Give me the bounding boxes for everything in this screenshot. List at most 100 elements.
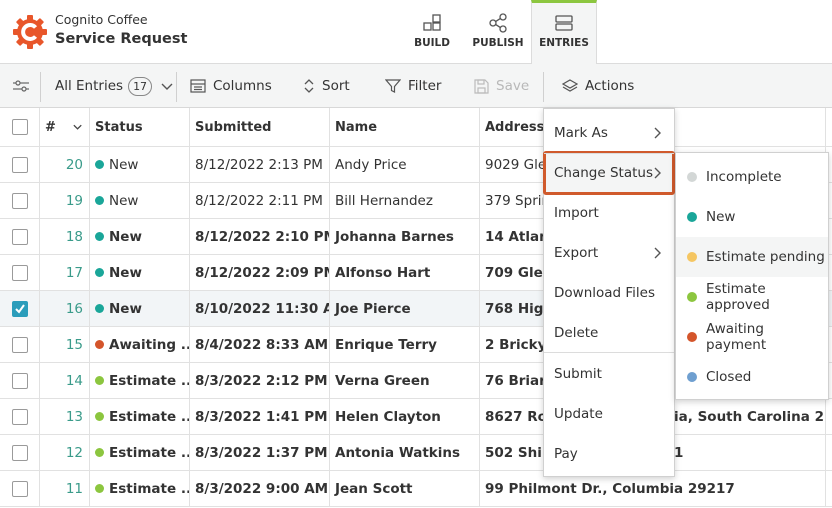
header-name[interactable]: Name	[330, 108, 480, 146]
row-checkbox-cell[interactable]	[0, 327, 40, 362]
status-dot	[687, 172, 697, 182]
menu-item-import[interactable]: Import	[544, 193, 674, 233]
tab-build[interactable]: BUILD	[405, 0, 459, 64]
save-icon	[474, 78, 489, 94]
status-dot	[687, 212, 697, 222]
row-address-label: 99 Philmont Dr., Columbia 29217	[485, 480, 735, 497]
menu-item-export[interactable]: Export	[544, 233, 674, 273]
row-checkbox[interactable]	[11, 156, 28, 173]
row-name: Enrique Terry	[330, 327, 480, 362]
row-checkbox[interactable]	[11, 480, 28, 497]
row-number[interactable]: 16	[40, 291, 90, 326]
status-dot	[95, 232, 104, 241]
entries-toolbar: All Entries 17 Columns Sort Filter Save	[0, 64, 832, 108]
row-checkbox[interactable]	[11, 192, 28, 209]
row-status-label: Estimate ...	[109, 372, 190, 389]
row-number-label: 18	[65, 228, 83, 245]
row-extra	[825, 399, 832, 434]
row-checkbox-cell[interactable]	[0, 291, 40, 326]
status-option-estimate-pending[interactable]: Estimate pending	[676, 237, 828, 277]
select-all-checkbox-cell[interactable]	[0, 108, 40, 146]
status-option-new[interactable]: New	[676, 197, 828, 237]
row-submitted-label: 8/3/2022 2:12 PM	[195, 372, 328, 389]
header-number[interactable]: #	[40, 108, 90, 146]
save-label: Save	[496, 78, 530, 94]
row-checkbox-cell[interactable]	[0, 399, 40, 434]
row-number[interactable]: 18	[40, 219, 90, 254]
menu-item-change-status[interactable]: Change Status	[543, 151, 675, 195]
row-name: Jean Scott	[330, 471, 480, 506]
menu-item-mark-as[interactable]: Mark As	[544, 113, 674, 153]
row-checkbox[interactable]	[11, 264, 28, 281]
build-icon	[423, 14, 441, 31]
menu-item-pay[interactable]: Pay	[544, 434, 674, 474]
filter-button[interactable]: Filter	[385, 64, 441, 108]
row-number[interactable]: 20	[40, 147, 90, 182]
view-selector[interactable]: All Entries 17	[55, 64, 181, 108]
menu-divider	[544, 352, 674, 353]
row-checkbox[interactable]	[11, 444, 28, 461]
row-status: New	[90, 291, 190, 326]
menu-item-download-files[interactable]: Download Files	[544, 273, 674, 313]
change-status-submenu: Incomplete New Estimate pending Estimate ap…	[675, 152, 829, 400]
row-number[interactable]: 19	[40, 183, 90, 218]
row-checkbox[interactable]	[11, 408, 28, 425]
status-option-label: Incomplete	[706, 169, 782, 185]
row-checkbox-cell[interactable]	[0, 219, 40, 254]
row-checkbox-cell[interactable]	[0, 471, 40, 506]
status-option-estimate-approved[interactable]: Estimate approved	[676, 277, 828, 317]
row-number[interactable]: 12	[40, 435, 90, 470]
tab-entries[interactable]: ENTRIES	[531, 0, 597, 65]
header-submitted[interactable]: Submitted	[190, 108, 330, 146]
chevron-right-icon	[654, 247, 661, 259]
chevron-down-icon	[161, 83, 173, 90]
row-number-label: 13	[65, 408, 83, 425]
row-name-label: Verna Green	[335, 372, 430, 389]
table-row[interactable]: 11 Estimate ... 8/3/2022 9:00 AM Jean Scott…	[0, 471, 832, 507]
table-row[interactable]: 13 Estimate ... 8/3/2022 1:41 PM Helen Clay…	[0, 399, 832, 435]
row-checkbox[interactable]	[11, 300, 28, 317]
row-number-label: 14	[65, 372, 83, 389]
menu-item-delete[interactable]: Delete	[544, 313, 674, 353]
tab-publish[interactable]: PUBLISH	[468, 0, 528, 64]
view-label: All Entries	[55, 78, 124, 94]
row-number[interactable]: 14	[40, 363, 90, 398]
row-checkbox[interactable]	[11, 336, 28, 353]
row-number[interactable]: 15	[40, 327, 90, 362]
select-all-checkbox[interactable]	[11, 119, 28, 135]
menu-item-update[interactable]: Update	[544, 394, 674, 434]
header-status[interactable]: Status	[90, 108, 190, 146]
columns-button[interactable]: Columns	[190, 64, 272, 108]
status-option-label: Estimate pending	[706, 249, 825, 265]
actions-label: Actions	[585, 78, 635, 94]
row-name-label: Alfonso Hart	[335, 264, 431, 281]
status-option-incomplete[interactable]: Incomplete	[676, 157, 828, 197]
row-submitted-label: 8/3/2022 9:00 AM	[195, 480, 329, 497]
table-row[interactable]: 12 Estimate ... 8/3/2022 1:37 PM Antonia Wa…	[0, 435, 832, 471]
row-checkbox-cell[interactable]	[0, 255, 40, 290]
row-checkbox[interactable]	[11, 228, 28, 245]
row-status: New	[90, 183, 190, 218]
menu-item-submit[interactable]: Submit	[544, 354, 674, 394]
row-number[interactable]: 13	[40, 399, 90, 434]
row-name: Alfonso Hart	[330, 255, 480, 290]
row-number[interactable]: 17	[40, 255, 90, 290]
row-checkbox-cell[interactable]	[0, 363, 40, 398]
layers-icon	[562, 79, 578, 92]
actions-button[interactable]: Actions	[562, 64, 634, 108]
row-status: New	[90, 147, 190, 182]
view-settings-button[interactable]	[12, 64, 37, 108]
status-option-closed[interactable]: Closed	[676, 357, 828, 397]
row-checkbox[interactable]	[11, 372, 28, 389]
row-number[interactable]: 11	[40, 471, 90, 506]
sort-button[interactable]: Sort	[303, 64, 350, 108]
row-submitted: 8/4/2022 8:33 AM	[190, 327, 330, 362]
row-checkbox-cell[interactable]	[0, 183, 40, 218]
row-checkbox-cell[interactable]	[0, 147, 40, 182]
row-submitted: 8/3/2022 2:12 PM	[190, 363, 330, 398]
status-option-awaiting-payment[interactable]: Awaiting payment	[676, 317, 828, 357]
row-checkbox-cell[interactable]	[0, 435, 40, 470]
save-button[interactable]: Save	[474, 64, 529, 108]
columns-icon	[190, 79, 206, 93]
header-extra[interactable]	[825, 108, 832, 146]
